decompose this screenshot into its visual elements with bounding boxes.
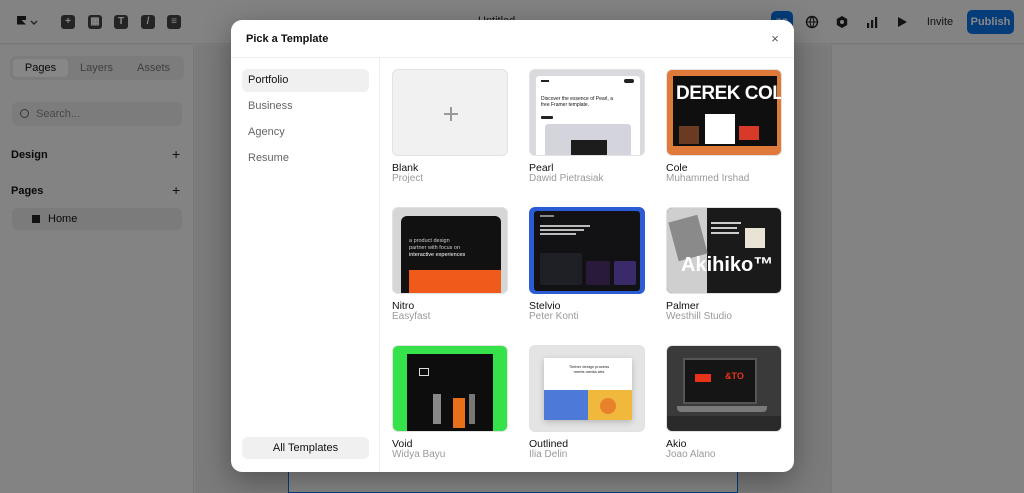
template-thumbnail[interactable]: a product design partner with focus on i… bbox=[392, 207, 508, 294]
template-card-outlined[interactable]: Timber design process meets media arts O… bbox=[529, 345, 645, 463]
template-author: Easyfast bbox=[392, 311, 431, 322]
template-grid: Blank Project Discover the essence of Pe… bbox=[380, 58, 794, 472]
outlined-heading: Timber design process meets media arts bbox=[568, 364, 610, 374]
template-card-cole[interactable]: DEREK COLE Cole Muhammed Irshad bbox=[666, 69, 782, 187]
template-thumbnail[interactable] bbox=[392, 69, 508, 156]
template-author: Dawid Pietrasiak bbox=[529, 173, 604, 184]
template-thumbnail[interactable] bbox=[529, 207, 645, 294]
template-author: Project bbox=[392, 173, 424, 184]
template-author: Peter Konti bbox=[529, 311, 579, 322]
palmer-brand: Akihiko™ bbox=[681, 254, 774, 276]
close-icon[interactable]: × bbox=[768, 32, 782, 46]
pick-template-dialog: Pick a Template × Portfolio Business Age… bbox=[231, 20, 794, 472]
category-portfolio[interactable]: Portfolio bbox=[242, 69, 369, 92]
template-thumbnail[interactable] bbox=[392, 345, 508, 432]
template-categories: Portfolio Business Agency Resume All Tem… bbox=[231, 58, 380, 472]
template-thumbnail[interactable]: Timber design process meets media arts bbox=[529, 345, 645, 432]
akio-tag: &TO bbox=[725, 371, 744, 381]
nitro-text-2: partner with focus on bbox=[409, 245, 461, 251]
template-thumbnail[interactable]: DEREK COLE bbox=[666, 69, 782, 156]
template-card-blank[interactable]: Blank Project bbox=[392, 69, 508, 187]
template-author: Joao Alano bbox=[666, 449, 716, 460]
dialog-header: Pick a Template × bbox=[231, 20, 794, 58]
template-author: Westhill Studio bbox=[666, 311, 732, 322]
pearl-heading: Discover the essence of Pearl, a free Fr… bbox=[541, 96, 613, 108]
template-author: Widya Bayu bbox=[392, 449, 446, 460]
category-business[interactable]: Business bbox=[242, 95, 369, 118]
all-templates-button[interactable]: All Templates bbox=[242, 437, 369, 459]
template-thumbnail[interactable]: Akihiko™ bbox=[666, 207, 782, 294]
template-card-stelvio[interactable]: Stelvio Peter Konti bbox=[529, 207, 645, 325]
template-card-palmer[interactable]: Akihiko™ Palmer Westhill Studio bbox=[666, 207, 782, 325]
category-resume[interactable]: Resume bbox=[242, 147, 369, 170]
template-author: Muhammed Irshad bbox=[666, 173, 750, 184]
category-agency[interactable]: Agency bbox=[242, 121, 369, 144]
template-card-pearl[interactable]: Discover the essence of Pearl, a free Fr… bbox=[529, 69, 645, 187]
template-card-akio[interactable]: &TO Akio Joao Alano bbox=[666, 345, 782, 463]
template-card-void[interactable]: Void Widya Bayu bbox=[392, 345, 508, 463]
dialog-title: Pick a Template bbox=[246, 33, 329, 45]
nitro-text-1: a product design bbox=[409, 238, 450, 244]
template-thumbnail[interactable]: &TO bbox=[666, 345, 782, 432]
template-card-nitro[interactable]: a product design partner with focus on i… bbox=[392, 207, 508, 325]
nitro-text-3: interactive experiences bbox=[409, 252, 466, 258]
cole-heading: DEREK COLE bbox=[676, 83, 781, 104]
template-thumbnail[interactable]: Discover the essence of Pearl, a free Fr… bbox=[529, 69, 645, 156]
pearl-page-preview: Discover the essence of Pearl, a free Fr… bbox=[536, 76, 640, 155]
template-author: Ilia Delin bbox=[529, 449, 568, 460]
